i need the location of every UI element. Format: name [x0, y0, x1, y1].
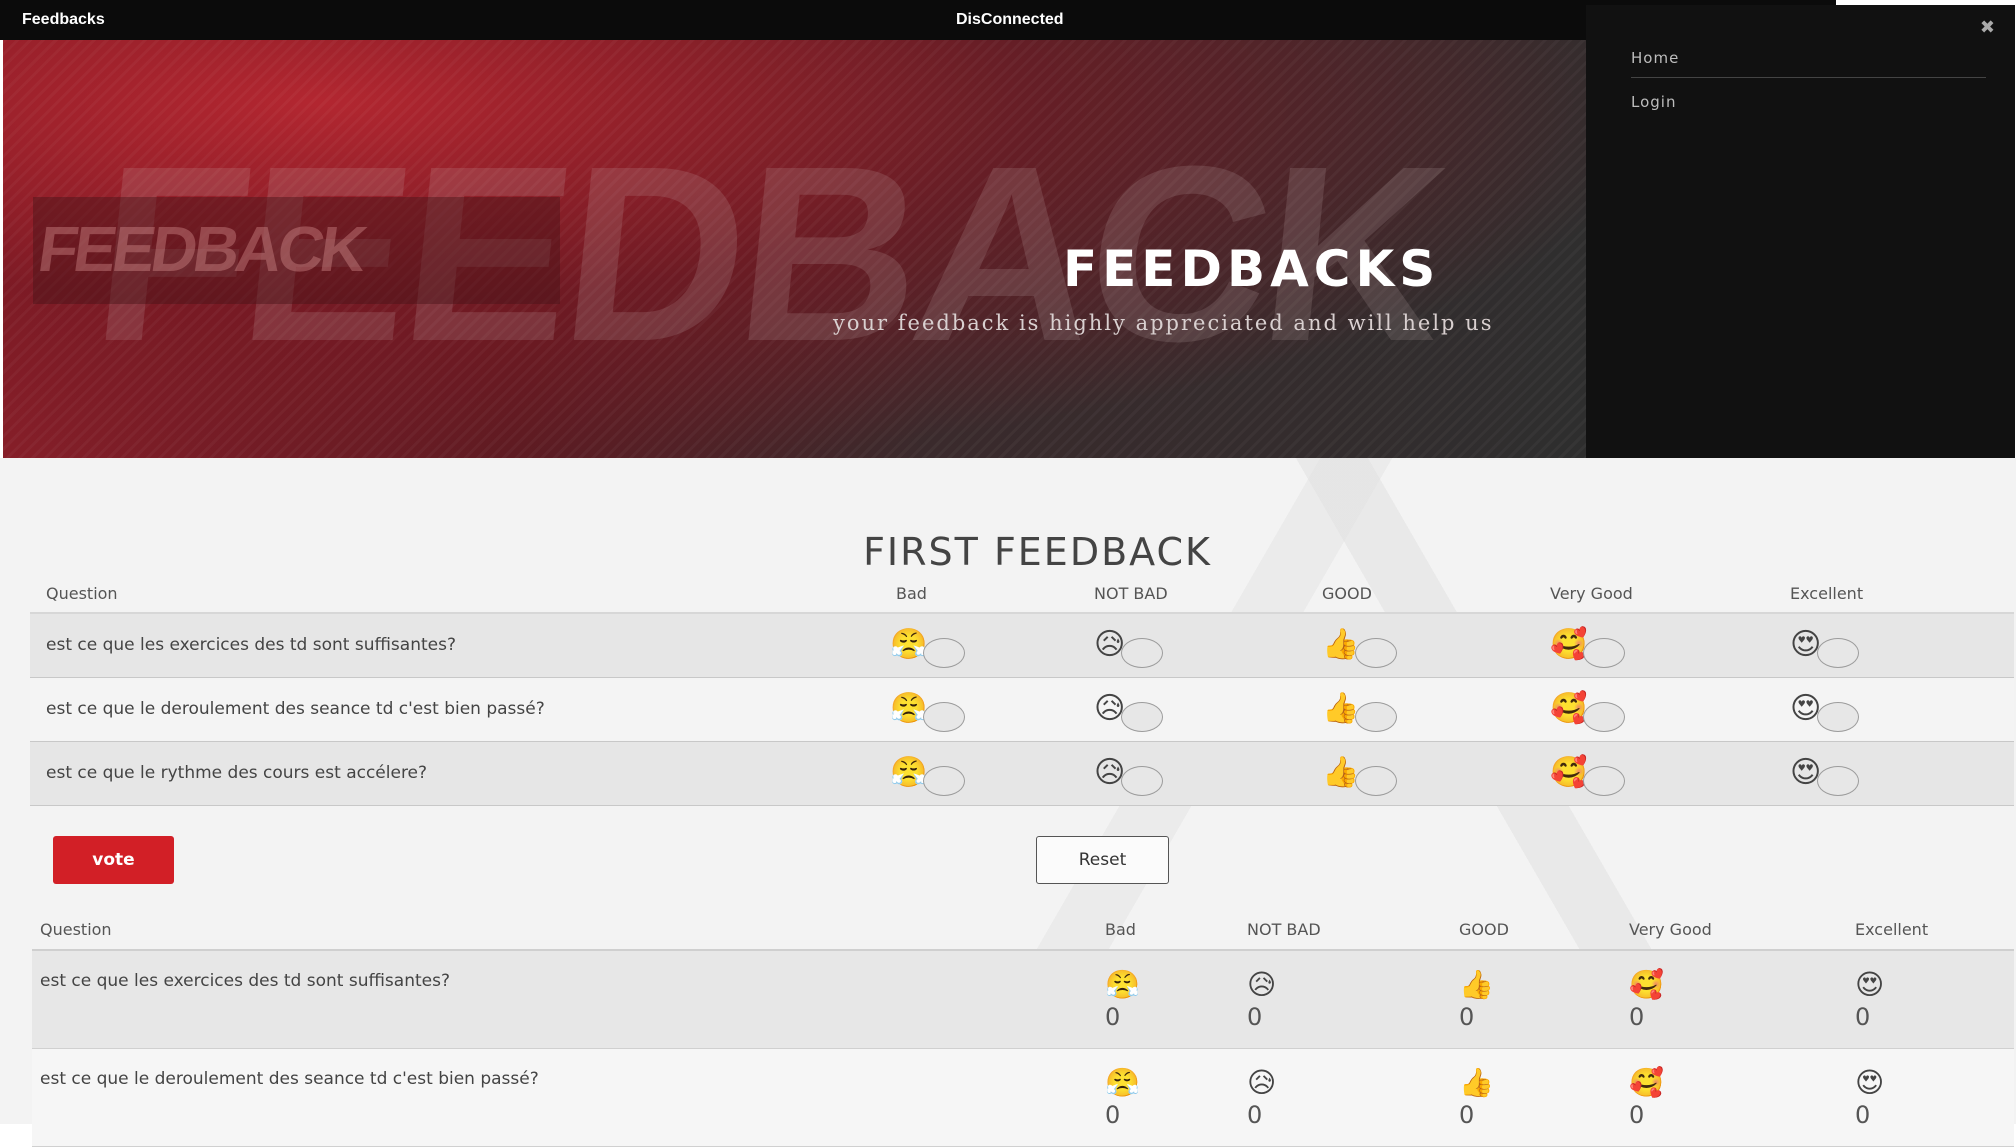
thumbs-up-icon: 👍 [1322, 691, 1360, 726]
very-good-emoji-icon: 🥰 [1629, 968, 1664, 1001]
question-text: est ce que le deroulement des seance td … [46, 699, 545, 719]
heart-eyes-icon: 😍 [1855, 1065, 1885, 1099]
menu-item-login[interactable]: Login [1631, 93, 1676, 111]
not-bad-emoji-icon: 😥 [1094, 691, 1126, 726]
bad-emoji-icon: 😤 [1105, 968, 1140, 1001]
side-menu: ✖ Home Login [1586, 5, 2015, 530]
top-navbar: Feedbacks DisConnected [0, 0, 1836, 40]
menu-divider [1631, 77, 1986, 78]
rating-radio-very-good[interactable] [1583, 702, 1626, 732]
rating-radio-very-good[interactable] [1583, 766, 1626, 796]
rating-radio-bad[interactable] [923, 702, 966, 732]
count-excellent: 0 [1855, 1003, 1871, 1031]
thumbs-up-icon: 👍 [1322, 755, 1360, 790]
count-not-bad: 0 [1247, 1100, 1263, 1129]
header-question: Question [40, 920, 112, 939]
hero-title: FEEDBACKS [1063, 240, 1441, 298]
bad-emoji-icon: 😤 [1105, 1065, 1140, 1099]
heart-eyes-icon: 😍 [1790, 627, 1822, 663]
count-bad: 0 [1105, 1003, 1121, 1031]
header-bad: Bad [1105, 920, 1136, 939]
not-bad-emoji-icon: 😥 [1094, 627, 1126, 663]
very-good-emoji-icon: 🥰 [1550, 627, 1588, 663]
rating-radio-good[interactable] [1355, 702, 1398, 732]
very-good-emoji-icon: 🥰 [1629, 1065, 1664, 1099]
header-good: GOOD [1322, 584, 1372, 603]
header-bad: Bad [896, 584, 927, 603]
background-feedback-text-small: FEEDBACK [33, 213, 368, 285]
rating-radio-bad[interactable] [923, 638, 966, 669]
not-bad-emoji-icon: 😥 [1247, 968, 1277, 1001]
header-excellent: Excellent [1855, 920, 1929, 939]
count-very-good: 0 [1629, 1003, 1645, 1031]
very-good-emoji-icon: 🥰 [1550, 691, 1588, 726]
header-very-good: Very Good [1550, 584, 1633, 603]
connection-status: DisConnected [956, 11, 1064, 28]
thumbs-up-icon: 👍 [1459, 1065, 1494, 1099]
bad-emoji-icon: 😤 [890, 627, 928, 663]
heart-eyes-icon: 😍 [1855, 968, 1885, 1001]
question-text: est ce que les exercices des td sont suf… [46, 635, 456, 656]
table-row: est ce que les exercices des td sont suf… [30, 613, 2014, 677]
rating-radio-not-bad[interactable] [1121, 702, 1164, 732]
heart-eyes-icon: 😍 [1790, 691, 1822, 726]
rating-radio-good[interactable] [1355, 638, 1398, 669]
table-row: est ce que le deroulement des seance td … [32, 1048, 2014, 1146]
count-bad: 0 [1105, 1100, 1121, 1129]
results-table: Question Bad NOT BAD GOOD Very Good Exce… [32, 910, 2014, 1147]
rating-radio-excellent[interactable] [1817, 766, 1860, 796]
header-excellent: Excellent [1790, 584, 1864, 603]
thumbs-up-icon: 👍 [1459, 968, 1494, 1001]
thumbs-up-icon: 👍 [1322, 627, 1360, 663]
table-row: est ce que les exercices des td sont suf… [32, 950, 2014, 1048]
bad-emoji-icon: 😤 [890, 755, 928, 790]
close-icon[interactable]: ✖ [1980, 17, 1995, 38]
brand-link[interactable]: Feedbacks [22, 11, 105, 29]
rating-radio-bad[interactable] [923, 766, 966, 796]
header-not-bad: NOT BAD [1247, 920, 1321, 939]
heart-eyes-icon: 😍 [1790, 755, 1822, 790]
question-text: est ce que les exercices des td sont suf… [40, 971, 450, 991]
header-question: Question [46, 584, 118, 603]
header-very-good: Very Good [1629, 920, 1712, 939]
bad-emoji-icon: 😤 [890, 691, 928, 726]
rating-radio-excellent[interactable] [1817, 702, 1860, 732]
header-not-bad: NOT BAD [1094, 584, 1168, 603]
not-bad-emoji-icon: 😥 [1247, 1065, 1277, 1099]
hero-banner: FEEDBACK FEEDBACK FEEDBACKS your feedbac… [3, 40, 1586, 458]
menu-item-home[interactable]: Home [1631, 49, 1679, 67]
count-good: 0 [1459, 1003, 1475, 1031]
table-row: est ce que le rythme des cours est accél… [30, 741, 2014, 805]
rating-radio-good[interactable] [1355, 766, 1398, 796]
table-row: est ce que le deroulement des seance td … [30, 677, 2014, 741]
table-header-row: Question Bad NOT BAD GOOD Very Good Exce… [32, 910, 2014, 950]
hero-subtitle: your feedback is highly appreciated and … [833, 311, 1494, 335]
rating-radio-not-bad[interactable] [1121, 638, 1164, 669]
question-text: est ce que le deroulement des seance td … [40, 1068, 539, 1089]
count-very-good: 0 [1629, 1100, 1645, 1129]
count-good: 0 [1459, 1100, 1475, 1129]
table-header-row: Question Bad NOT BAD GOOD Very Good Exce… [30, 575, 2014, 613]
question-text: est ce que le rythme des cours est accél… [46, 763, 428, 783]
count-excellent: 0 [1855, 1100, 1871, 1129]
rating-radio-excellent[interactable] [1817, 638, 1860, 669]
not-bad-emoji-icon: 😥 [1094, 755, 1126, 790]
header-good: GOOD [1459, 920, 1509, 939]
very-good-emoji-icon: 🥰 [1550, 755, 1588, 790]
reset-button[interactable]: Reset [1036, 836, 1169, 884]
vote-button[interactable]: vote [53, 836, 174, 884]
rating-radio-very-good[interactable] [1583, 638, 1626, 669]
section-title: FIRST FEEDBACK [863, 530, 1212, 574]
vote-table: Question Bad NOT BAD GOOD Very Good Exce… [30, 575, 2014, 806]
rating-radio-not-bad[interactable] [1121, 766, 1164, 796]
count-not-bad: 0 [1247, 1003, 1263, 1031]
